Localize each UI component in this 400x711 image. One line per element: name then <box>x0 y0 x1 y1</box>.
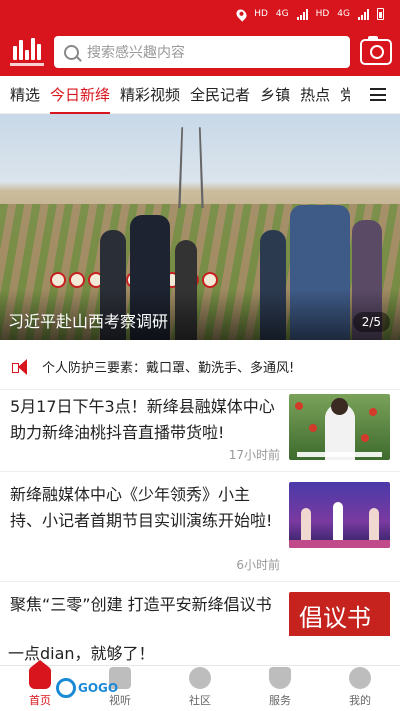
community-icon <box>189 667 211 689</box>
category-tabs: 精选 今日新绛 精彩视频 全民记者 乡镇 热点 党 <box>0 76 400 114</box>
nav-services[interactable]: 服务 <box>240 666 320 711</box>
search-input[interactable]: 搜索感兴趣内容 <box>54 36 350 68</box>
tab-party[interactable]: 党 <box>340 76 350 114</box>
tab-videos[interactable]: 精彩视频 <box>120 76 180 114</box>
nav-services-label: 服务 <box>269 694 291 707</box>
signal-icon <box>296 8 308 20</box>
news-title: 新绛融媒体中心《少年领秀》小主持、小记者首期节目实训演练开始啦! <box>10 485 273 530</box>
menu-icon[interactable] <box>370 88 386 101</box>
nav-home-label: 首页 <box>29 694 51 707</box>
app-logo <box>8 35 46 69</box>
nav-profile[interactable]: 我的 <box>320 666 400 711</box>
news-time: 17小时前 <box>228 448 280 462</box>
app-header: HD 4G HD 4G 搜索感兴趣内容 <box>0 0 400 76</box>
network-label-1: HD <box>254 9 268 19</box>
banner-caption: 习近平赴山西考察调研 <box>8 312 169 331</box>
watermark-text: GOGO <box>78 681 119 695</box>
watermark: GOGO <box>56 678 118 698</box>
news-time: 6小时前 <box>236 558 280 572</box>
news-thumbnail <box>289 482 390 548</box>
notice-bar[interactable]: 个人防护三要素：戴口罩、勤洗手、多通风! <box>0 344 400 390</box>
camera-icon[interactable] <box>360 36 392 65</box>
status-bar: HD 4G HD 4G <box>0 0 400 28</box>
thumbnail-text: 倡议书 <box>299 604 371 632</box>
battery-icon <box>377 8 384 20</box>
tab-jingxuan[interactable]: 精选 <box>10 76 40 114</box>
news-item-1[interactable]: 5月17日下午3点！新绛县融媒体中心助力新绛油桃抖音直播带货啦! 17小时前 <box>0 390 400 472</box>
nav-profile-label: 我的 <box>349 694 371 707</box>
news-thumbnail: 倡议书 <box>289 592 390 640</box>
signal-icon-2 <box>358 8 369 20</box>
news-item-3[interactable]: 聚焦“三零”创建 打造平安新绛倡议书 倡议书 <box>0 582 400 642</box>
news-title: 聚焦“三零”创建 打造平安新绛倡议书 <box>10 595 272 614</box>
nav-community[interactable]: 社区 <box>160 666 240 711</box>
network-label-4: 4G <box>337 9 350 19</box>
nav-community-label: 社区 <box>189 694 211 707</box>
network-label-3: HD <box>315 9 330 19</box>
news-title: 5月17日下午3点！新绛县融媒体中心助力新绛油桃抖音直播带货啦! <box>10 397 275 442</box>
search-icon <box>64 44 79 60</box>
profile-icon <box>349 667 371 689</box>
tab-hotspot[interactable]: 热点 <box>300 76 330 114</box>
promo-strip: 一点dian，就够了！ <box>0 636 400 668</box>
banner-pager: 2/5 <box>352 312 390 332</box>
network-label-2: 4G <box>275 9 289 19</box>
search-placeholder: 搜索感兴趣内容 <box>87 45 185 61</box>
news-item-2[interactable]: 新绛融媒体中心《少年领秀》小主持、小记者首期节目实训演练开始啦! 6小时前 <box>0 472 400 582</box>
services-icon <box>269 667 291 689</box>
tab-today-xinjiang[interactable]: 今日新绛 <box>50 76 111 114</box>
banner-carousel[interactable]: 习近平赴山西考察调研 2/5 <box>0 114 400 340</box>
location-icon <box>234 6 249 22</box>
watermark-logo-icon <box>56 678 76 698</box>
tab-citizen-reporter[interactable]: 全民记者 <box>190 76 250 114</box>
home-icon <box>29 660 51 689</box>
notice-text: 个人防护三要素：戴口罩、勤洗手、多通风! <box>42 361 295 376</box>
news-thumbnail <box>289 394 390 460</box>
speaker-icon <box>12 358 30 375</box>
tab-towns[interactable]: 乡镇 <box>260 76 290 114</box>
